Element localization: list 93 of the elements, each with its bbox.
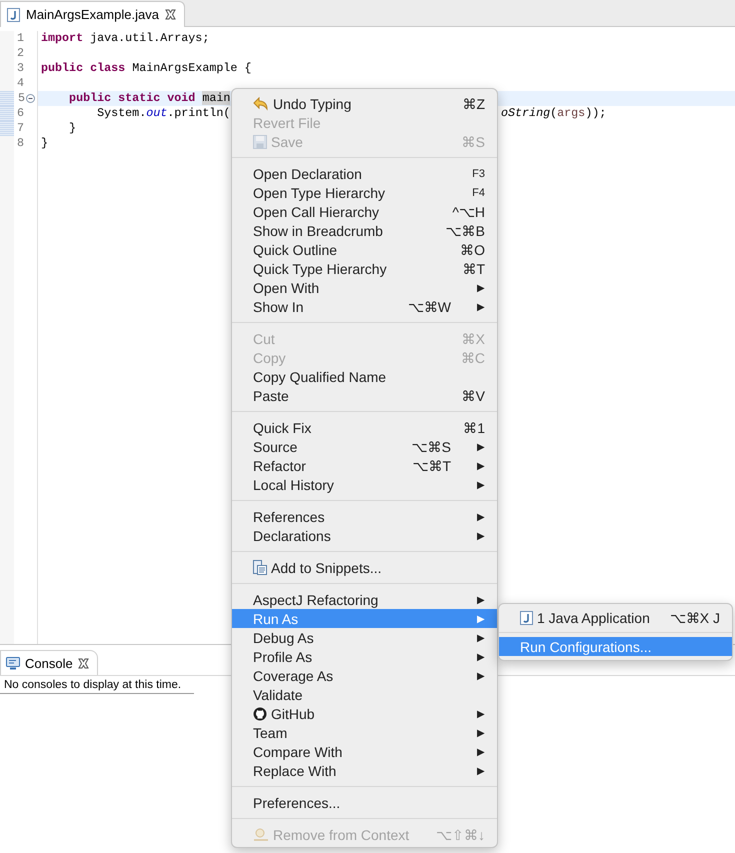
submenu-arrow: ▶ [476,440,485,452]
menu-item[interactable]: Profile As ▶ [232,647,497,666]
menu-item[interactable]: Open With ▶ [232,278,497,297]
shortcut-label: ⌘V [462,388,485,404]
shortcut-label: F4 [472,186,485,198]
java-application-icon [520,610,533,624]
menu-item[interactable]: Declarations ▶ [232,526,497,545]
menu-item[interactable]: GitHub ▶ [232,704,497,723]
menu-item[interactable]: Paste ⌘V [232,386,497,405]
code-line: public static void main [68,91,230,106]
shortcut-label: ⌘1 [463,420,485,436]
menu-item[interactable]: Replace With ▶ [232,761,497,780]
octocat-icon [253,706,267,720]
line-number: 5 [18,91,25,106]
line-number: 1 [16,31,24,46]
line-number: 4 [16,76,24,91]
shortcut-label: ⌥⌘W [408,298,451,314]
menu-item[interactable]: Source ⌥⌘S ▶ [232,437,497,456]
undo-arrow-icon [253,96,269,110]
menu-item[interactable]: Quick Fix ⌘1 [232,418,497,437]
menu-item[interactable]: Quick Outline ⌘O [232,240,497,259]
submenu-arrow: ▶ [476,746,485,758]
submenu-arrow: ▶ [476,612,485,624]
submenu-arrow: ▶ [476,650,485,662]
change-marker [0,106,14,121]
code-line: import java.util.Arrays; [41,31,210,46]
shortcut-label: ⌘T [462,260,485,276]
close-icon[interactable] [78,658,89,668]
code-line: public class MainArgsExample { [41,61,252,76]
snippet-icon [253,560,267,575]
menu-item[interactable]: Open Type Hierarchy F4 [232,183,497,202]
shortcut-label: ⌥⇧⌘↓ [436,826,485,842]
submenu-arrow: ▶ [476,764,485,776]
shortcut-label: ⌘Z [462,96,485,112]
submenu-arrow: ▶ [476,726,485,738]
shortcut-label: ⌘S [462,134,485,150]
submenu-arrow: ▶ [476,478,485,490]
change-marker [0,121,14,136]
menu-item[interactable]: Open Call Hierarchy ^⌥H [232,202,497,221]
line-number: 2 [16,46,24,61]
menu-item[interactable]: Refactor ⌥⌘T ▶ [232,456,497,475]
menu-item[interactable]: Coverage As ▶ [232,666,497,685]
monitor-icon [6,656,20,670]
submenu-arrow: ▶ [476,708,485,720]
change-marker [0,91,14,106]
shortcut-label: ⌘O [460,242,485,258]
line-number: 7 [16,121,24,136]
menu-item[interactable]: Add to Snippets... [232,558,497,577]
code-line: System.out.println( [96,106,230,121]
submenu-arrow: ▶ [476,632,485,644]
submenu-arrow: ▶ [476,530,485,542]
menu-item[interactable]: Team ▶ [232,723,497,742]
submenu-arrow: ▶ [476,460,485,472]
shortcut-label: ⌥⌘T [412,458,451,474]
code-line: } [68,121,76,136]
menu-item[interactable]: Show In ⌥⌘W ▶ [232,297,497,316]
code-line: oString(args)); [501,106,606,121]
submenu-arrow: ▶ [476,300,485,312]
menu-item[interactable]: References ▶ [232,507,497,526]
shortcut-label: ⌘C [460,350,485,366]
line-number: 8 [16,136,24,151]
editor-tab[interactable]: MainArgsExample.java [0,1,185,27]
shortcut-label: ⌥⌘S [412,438,451,454]
console-tab[interactable]: Console [0,650,98,675]
code-line: } [41,136,48,151]
submenu-arrow: ▶ [476,594,485,606]
console-message: No consoles to display at this time. [0,676,194,694]
menu-item[interactable]: Undo Typing ⌘Z [232,94,497,113]
java-file-icon [7,8,20,22]
menu-item[interactable]: AspectJ Refactoring ▶ [232,590,497,609]
collapse-icon[interactable] [26,94,35,103]
menu-item[interactable]: Show in Breadcrumb ⌥⌘B [232,221,497,240]
menu-item[interactable]: Copy Qualified Name [232,367,497,386]
menu-item[interactable]: 1 Java Application ⌥⌘X J [499,608,732,627]
menu-item[interactable]: Quick Type Hierarchy ⌘T [232,259,497,278]
menu-item[interactable]: Open Declaration F3 [232,164,497,183]
submenu-arrow: ▶ [476,670,485,682]
menu-item[interactable]: Compare With ▶ [232,742,497,761]
shortcut-label: ⌥⌘X J [670,610,720,626]
shortcut-label: ^⌥H [452,204,485,220]
context-icon [253,828,269,841]
submenu-arrow: ▶ [476,282,485,294]
menu-item[interactable]: Local History ▶ [232,475,497,494]
shortcut-label: ⌘X [462,330,485,346]
menu-item[interactable]: Preferences... [232,793,497,812]
menu-item[interactable]: Validate [232,685,497,704]
line-number: 6 [16,106,24,121]
line-number: 3 [16,61,24,76]
submenu-arrow: ▶ [476,510,485,522]
menu-item[interactable]: Debug As ▶ [232,628,497,647]
close-icon[interactable] [164,9,176,20]
shortcut-label: ⌥⌘B [446,222,485,238]
shortcut-label: F3 [472,168,485,180]
